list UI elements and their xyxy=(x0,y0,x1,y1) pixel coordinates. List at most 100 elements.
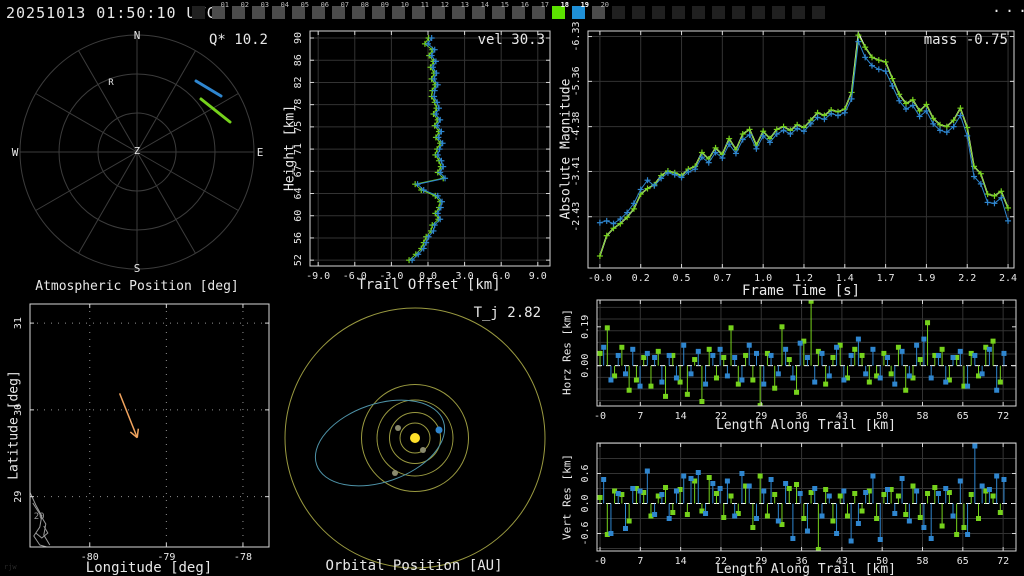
orbital-position-plot xyxy=(285,308,545,568)
svg-text:-0: -0 xyxy=(594,411,606,422)
trail-ylabel: Height [km] xyxy=(283,105,298,191)
vert-res-plot: -071422293643505865720.60.0-0.6 xyxy=(580,443,1016,567)
frame-slot-04[interactable]: 04 xyxy=(272,6,285,19)
frame-slot-11[interactable]: 11 xyxy=(412,6,425,19)
frame-slot-09[interactable]: 09 xyxy=(372,6,385,19)
frame-slot-17[interactable]: 17 xyxy=(532,6,545,19)
frame-slot-19[interactable]: 19 xyxy=(572,6,585,19)
ground-track-plot: 20-80-79-78293031 xyxy=(13,304,269,563)
frame-slot-08[interactable]: 08 xyxy=(352,6,365,19)
frame-slot-18[interactable]: 18 xyxy=(552,6,565,19)
frame-slot-number: 02 xyxy=(241,1,249,9)
tisserand-value: T_j 2.82 xyxy=(474,305,541,321)
frame-slot-number: 09 xyxy=(381,1,389,9)
trail-offset-plot-area xyxy=(310,31,550,266)
frame-slot-10[interactable]: 10 xyxy=(392,6,405,19)
svg-text:7: 7 xyxy=(637,556,643,567)
planet-dot xyxy=(392,470,398,476)
trail-xlabel: Trail Offset [km] xyxy=(357,277,500,293)
trail-offset-plot: -9.0-6.0-3.00.03.06.09.05256606467717578… xyxy=(293,31,550,282)
compass-north: N xyxy=(134,29,141,42)
earth-dot xyxy=(436,427,443,434)
svg-text:1.9: 1.9 xyxy=(917,273,935,284)
svg-text:58: 58 xyxy=(916,411,928,422)
frame-slot-number: 20 xyxy=(601,1,609,9)
frame-slot-number: 01 xyxy=(221,1,229,9)
vert-res-plot-area xyxy=(597,443,1016,552)
svg-text:0.0: 0.0 xyxy=(580,494,591,512)
svg-text:31: 31 xyxy=(13,317,24,329)
frame-slot-number: 12 xyxy=(441,1,449,9)
frame-slot-01[interactable]: 01 xyxy=(212,6,225,19)
frame-slot-20[interactable]: 20 xyxy=(592,6,605,19)
light-curve-plot: -0.00.20.50.71.01.21.41.71.92.22.4-6.33-… xyxy=(571,21,1017,284)
svg-text:-0: -0 xyxy=(594,556,606,567)
svg-text:7: 7 xyxy=(637,411,643,422)
frame-slot-empty[interactable] xyxy=(692,6,705,19)
svg-text:2.2: 2.2 xyxy=(958,273,976,284)
svg-text:56: 56 xyxy=(293,232,304,244)
frame-slot-02[interactable]: 02 xyxy=(232,6,245,19)
frame-slot-16[interactable]: 16 xyxy=(512,6,525,19)
frame-slot-empty[interactable] xyxy=(732,6,745,19)
ground-track-plot-area: 20 xyxy=(30,304,269,547)
zenith-marker: Z xyxy=(134,146,140,157)
frame-slot-number: 08 xyxy=(361,1,369,9)
vert-res-ylabel: Vert Res [km] xyxy=(561,454,574,540)
frame-slot-number: 10 xyxy=(401,1,409,9)
light-curve-plot-area xyxy=(588,31,1014,268)
frame-slot-06[interactable]: 06 xyxy=(312,6,325,19)
svg-text:65: 65 xyxy=(957,556,969,567)
svg-text:60: 60 xyxy=(293,210,304,222)
frame-slot-empty[interactable] xyxy=(632,6,645,19)
frame-slot-number: 15 xyxy=(501,1,509,9)
svg-text:0.00: 0.00 xyxy=(580,354,591,378)
magnitude-xlabel: Frame Time [s] xyxy=(742,283,860,299)
svg-text:72: 72 xyxy=(997,556,1009,567)
svg-text:1.7: 1.7 xyxy=(877,273,895,284)
frame-slot-07[interactable]: 07 xyxy=(332,6,345,19)
meteoroid-orbit xyxy=(304,384,456,501)
frame-slot-empty[interactable] xyxy=(752,6,765,19)
horz-res-plot: -071422293643505865720.000.19 xyxy=(580,299,1016,422)
frame-slot-empty[interactable] xyxy=(772,6,785,19)
frame-slot-empty[interactable] xyxy=(712,6,725,19)
frame-slot-empty[interactable] xyxy=(612,6,625,19)
frame-slot-empty[interactable] xyxy=(792,6,805,19)
frame-slot-empty[interactable] xyxy=(192,6,205,19)
frame-slot-number: 14 xyxy=(481,1,489,9)
frame-slot-05[interactable]: 05 xyxy=(292,6,305,19)
svg-text:2.4: 2.4 xyxy=(999,273,1017,284)
planet-dot xyxy=(395,425,401,431)
svg-text:82: 82 xyxy=(293,76,304,88)
frame-slot-number: 18 xyxy=(561,1,569,9)
frame-slot-15[interactable]: 15 xyxy=(492,6,505,19)
svg-text:0.5: 0.5 xyxy=(673,273,691,284)
frame-slot-number: 16 xyxy=(521,1,529,9)
svg-text:86: 86 xyxy=(293,54,304,66)
frame-slot-empty[interactable] xyxy=(672,6,685,19)
frame-slot-number: 05 xyxy=(301,1,309,9)
svg-text:-6.33: -6.33 xyxy=(571,21,582,51)
radiant-marker: R xyxy=(108,78,113,88)
sun-dot xyxy=(410,433,420,443)
frame-slot-03[interactable]: 03 xyxy=(252,6,265,19)
svg-text:65: 65 xyxy=(957,411,969,422)
frame-slot-empty[interactable] xyxy=(652,6,665,19)
svg-text:9.0: 9.0 xyxy=(529,271,547,282)
velocity-value: vel 30.3 xyxy=(478,32,545,48)
svg-text:-0.6: -0.6 xyxy=(580,521,591,545)
svg-text:52: 52 xyxy=(293,254,304,266)
q-star-value: Q* 10.2 xyxy=(209,32,268,48)
overflow-menu-icon[interactable]: ... xyxy=(992,0,1024,16)
frame-slot-13[interactable]: 13 xyxy=(452,6,465,19)
orbit-caption: Orbital Position [AU] xyxy=(325,558,502,574)
svg-text:58: 58 xyxy=(916,556,928,567)
frame-slot-number: 13 xyxy=(461,1,469,9)
frame-slot-12[interactable]: 12 xyxy=(432,6,445,19)
utc-clock: 20251013 01:50:10 UTC xyxy=(6,4,217,22)
frame-slot-empty[interactable] xyxy=(812,6,825,19)
compass-south: S xyxy=(134,262,141,275)
horz-res-plot-area xyxy=(597,299,1016,408)
frame-slot-14[interactable]: 14 xyxy=(472,6,485,19)
